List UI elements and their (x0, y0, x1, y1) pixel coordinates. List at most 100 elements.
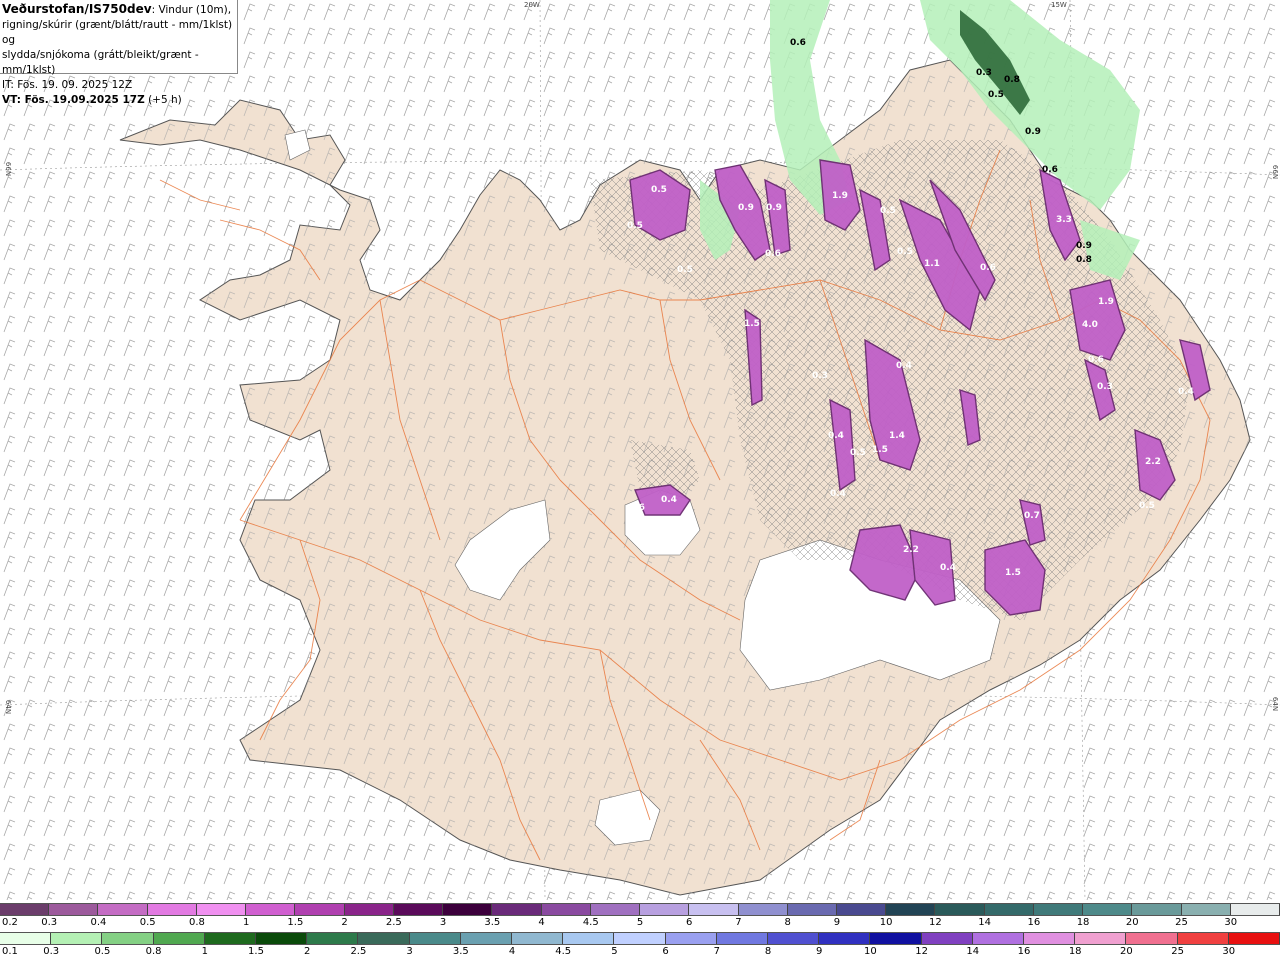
legend-label: 9 (816, 946, 823, 957)
legend-swatch (738, 904, 788, 915)
legend-swatch (443, 904, 493, 915)
legend-label: 30 (1222, 946, 1236, 957)
precip-label: 1.9 (1098, 297, 1114, 307)
legend-swatch (196, 904, 247, 915)
legend-swatch (921, 933, 973, 944)
precip-label: 0.7 (1024, 511, 1040, 521)
legend-label: 1.5 (287, 917, 304, 928)
precip-label: 0.5 (677, 265, 693, 275)
legend-label: 20 (1125, 917, 1139, 928)
precip-label: 0.6 (790, 38, 806, 48)
legend-label: 0.2 (2, 917, 18, 928)
legend-swatch (153, 933, 205, 944)
lat-label-66n-left: 66N (4, 161, 13, 177)
legend-label: 3.5 (452, 946, 469, 957)
lon-label-20w: 20W (524, 1, 540, 9)
precip-label: 2.2 (1145, 457, 1161, 467)
legend-swatch (1024, 933, 1076, 944)
legend-swatch (49, 904, 99, 915)
legend-label: 14 (978, 917, 991, 928)
legend-label: 20 (1120, 946, 1133, 957)
legend-label: 0.5 (94, 946, 111, 957)
map-description-line3: slydda/snjókoma (grátt/bleikt/grænt - mm… (2, 49, 199, 76)
legend-swatch (870, 933, 922, 944)
legend-label: 3 (406, 946, 413, 957)
precip-label: 1.5 (872, 445, 888, 455)
rain-legend-colorbar (0, 932, 1280, 945)
snow-legend-labels: 0.2 0.3 0.4 0.5 0.8 1 1.5 2 2.5 3 3.5 4 4.5 5 6 7 8 9 10 12… (0, 916, 1280, 931)
precip-label: 1.5 (744, 319, 760, 329)
map-title: Veðurstofan/IS750dev (2, 2, 152, 16)
legend-swatch (935, 904, 985, 915)
precip-label: 1.4 (889, 431, 905, 441)
legend-label: 8 (764, 946, 772, 957)
legend-label: 4.5 (555, 946, 572, 957)
legend-label: 1.5 (248, 946, 264, 957)
precip-label: 0.5 (850, 448, 866, 458)
legend-swatch (358, 933, 410, 944)
legend-swatch (819, 933, 871, 944)
legend-swatch (541, 904, 591, 915)
legend-swatch (393, 904, 444, 915)
precip-label: 0.5 (988, 90, 1004, 100)
precip-label: 0.9 (766, 203, 782, 213)
legend-swatch (147, 904, 197, 915)
precip-label: 0.5 (897, 247, 913, 257)
legend-label: 25 (1171, 946, 1184, 957)
legend-label: 18 (1068, 946, 1082, 957)
legend-label: 4.5 (582, 917, 599, 928)
legend-label: 6 (662, 946, 669, 957)
precip-label: 0.4 (940, 563, 956, 573)
legend-swatch (102, 933, 154, 944)
precip-label: 1.5 (1005, 568, 1021, 578)
precip-label: 0.8 (1004, 75, 1020, 85)
legend-swatch (492, 904, 542, 915)
legend-swatch (246, 904, 296, 915)
legend-label: 5 (636, 917, 644, 928)
legend-swatch (295, 904, 345, 915)
precip-label: 0.6 (1088, 355, 1104, 365)
legend-label: 3 (439, 917, 447, 928)
legend-label: 6 (686, 917, 693, 928)
legend-label: 4 (538, 917, 545, 928)
legend-swatch (689, 904, 739, 915)
legend-label: 8 (784, 917, 791, 928)
precip-label: 0.4 (896, 361, 912, 371)
legend-label: 12 (929, 917, 942, 928)
precip-label: 0.6 (980, 263, 996, 273)
legend-label: 4 (508, 946, 516, 957)
legend-label: 30 (1224, 917, 1238, 928)
legend-swatch (768, 933, 820, 944)
legend-label: 0.5 (139, 917, 156, 928)
legend-swatch (1181, 904, 1231, 915)
precip-label: 0.6 (1042, 165, 1058, 175)
map-info-box: Veðurstofan/IS750dev: Vindur (10m), rign… (0, 0, 238, 106)
legend-swatch (0, 933, 52, 944)
weather-map[interactable]: 0.6 0.3 0.8 0.5 0.9 0.6 3.3 0.9 0.8 0.5 … (0, 0, 1280, 900)
snow-legend-colorbar (0, 903, 1280, 916)
legend-label: 0.3 (43, 946, 60, 957)
legend-label: 12 (915, 946, 928, 957)
legend-swatch (1177, 933, 1229, 944)
precip-label: 1.9 (832, 191, 848, 201)
legend-swatch (787, 904, 837, 915)
legend-label: 16 (1027, 917, 1041, 928)
precip-label: 0.5 (627, 221, 643, 231)
legend-swatch (716, 933, 769, 944)
rain-legend-labels: 0.1 0.3 0.5 0.8 1 1.5 2 2.5 3 3.5 4 4.5 5 6 7 8 9 10 12 14 1… (0, 945, 1280, 960)
legend-label: 2 (341, 917, 348, 928)
legend-swatch (972, 933, 1025, 944)
precip-label: 0.3 (1097, 382, 1113, 392)
lat-label-66n-right: 66N (1271, 164, 1280, 180)
legend-swatch (1230, 904, 1280, 915)
legend-swatch (640, 904, 690, 915)
legend-label: 1 (201, 946, 208, 957)
legend-swatch (1083, 904, 1133, 915)
lat-label-64n-left: 64N (4, 699, 13, 715)
legend-swatch (984, 904, 1034, 915)
legend-label: 0.8 (145, 946, 162, 957)
precip-label: 0.5 (880, 206, 896, 216)
precip-label: 0.6 (629, 503, 645, 513)
precip-label: 0.4 (661, 495, 677, 505)
legend-label: 9 (833, 917, 841, 928)
